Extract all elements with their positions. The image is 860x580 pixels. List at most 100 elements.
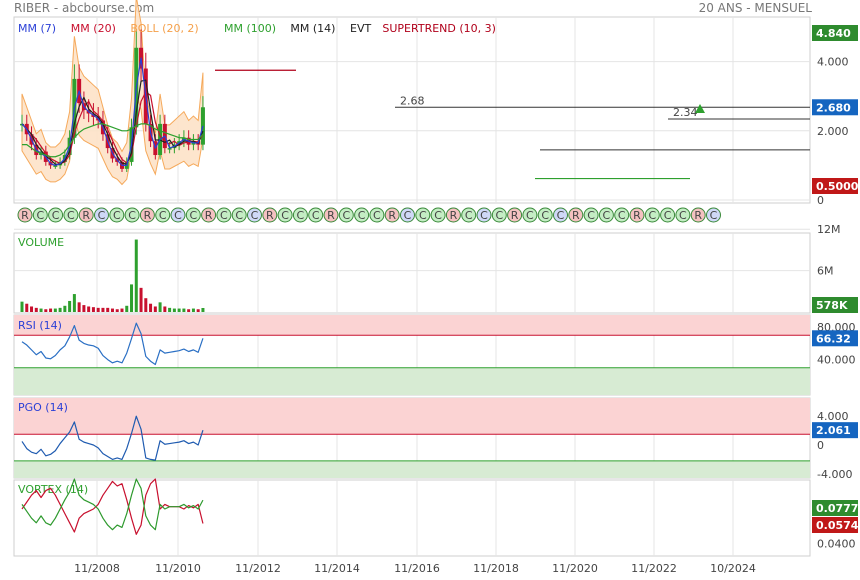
volume-bar — [191, 308, 195, 312]
x-axis-tick: 10/2024 — [710, 562, 756, 575]
x-axis-tick: 11/2008 — [74, 562, 120, 575]
evt-marker-label: C — [98, 209, 106, 222]
evt-marker-label: R — [144, 209, 152, 222]
volume-bar — [44, 309, 48, 312]
volume-bar — [91, 307, 95, 312]
evt-marker-label: C — [358, 209, 366, 222]
pgo-title: PGO (14) — [18, 401, 68, 414]
evt-marker-label: C — [618, 209, 626, 222]
legend-item-5: EVT — [350, 22, 371, 35]
legend-item-2: BOLL (20, 2) — [130, 22, 198, 35]
pgo-ytick: 0 — [817, 439, 824, 452]
volume-bar — [49, 308, 53, 312]
evt-marker-label: C — [52, 209, 60, 222]
price-ytick: 4.000 — [817, 56, 849, 69]
volume-bar — [25, 303, 29, 312]
volume-bar — [115, 309, 119, 312]
volume-title: VOLUME — [18, 236, 64, 249]
volume-bar — [82, 305, 86, 312]
evt-marker-label: C — [128, 209, 136, 222]
evt-marker-label: R — [205, 209, 213, 222]
evt-marker-label: C — [480, 209, 488, 222]
pgo-ytick: -4.000 — [817, 468, 852, 481]
volume-bar — [30, 306, 34, 312]
evt-marker-label: C — [587, 209, 595, 222]
evt-marker-label: R — [266, 209, 274, 222]
evt-marker-label: C — [710, 209, 718, 222]
volume-bar — [63, 305, 67, 312]
evt-marker-label: C — [373, 209, 381, 222]
evt-marker-label: R — [450, 209, 458, 222]
pgo-ytick: 4.000 — [817, 410, 849, 423]
volume-bar — [201, 307, 205, 312]
evt-marker-label: C — [281, 209, 289, 222]
evt-marker-label: R — [511, 209, 519, 222]
evt-marker-label: R — [633, 209, 641, 222]
evt-marker-label: R — [21, 209, 29, 222]
evt-marker-label: R — [694, 209, 702, 222]
volume-bar — [72, 294, 76, 312]
volume-bar — [58, 307, 62, 312]
evt-marker-label: C — [342, 209, 350, 222]
evt-marker-label: C — [174, 209, 182, 222]
volume-bar — [182, 308, 186, 312]
evt-marker-label: C — [297, 209, 305, 222]
volume-bar — [96, 307, 100, 312]
volume-bar — [177, 308, 181, 312]
evt-marker-label: C — [495, 209, 503, 222]
stock-chart: 4.000 2.000 0 2.68 2.34 MM (7) MM (20) BOLL (20… — [13, 0, 859, 575]
volume-bar — [125, 305, 129, 312]
volume-bar — [153, 306, 157, 312]
evt-marker-label: R — [327, 209, 335, 222]
volume-bar — [196, 309, 200, 312]
volume-bar — [120, 308, 124, 312]
badge-price-low: 0.5000 — [816, 180, 859, 193]
volume-bar — [163, 306, 167, 312]
evt-marker-label: C — [36, 209, 44, 222]
evt-marker-label: C — [434, 209, 442, 222]
volume-bar — [20, 301, 24, 312]
x-axis-tick: 11/2014 — [314, 562, 360, 575]
volume-bar — [106, 307, 110, 312]
evt-marker-label: C — [220, 209, 228, 222]
rsi-title: RSI (14) — [18, 319, 62, 332]
evt-marker-label: C — [404, 209, 412, 222]
volume-bar — [77, 302, 81, 312]
legend-item-4: MM (14) — [290, 22, 335, 35]
badge-price-last: 2.680 — [816, 101, 851, 114]
evt-marker-label: C — [557, 209, 565, 222]
x-axis-tick: 11/2022 — [631, 562, 677, 575]
price-ytick: 0 — [817, 194, 824, 207]
x-axis-tick: 11/2016 — [394, 562, 440, 575]
volume-bar — [101, 307, 105, 312]
volume-bar — [34, 307, 38, 312]
evt-marker-label: C — [526, 209, 534, 222]
evt-marker-label: C — [541, 209, 549, 222]
volume-bar — [149, 303, 153, 312]
volume-bar — [187, 309, 191, 312]
evt-marker-label: R — [82, 209, 90, 222]
evt-marker-label: C — [189, 209, 197, 222]
evt-marker-label: C — [251, 209, 259, 222]
volume-bar — [168, 307, 172, 312]
volume-bar — [134, 239, 138, 312]
volume-bar — [53, 308, 57, 312]
x-axis-tick: 11/2010 — [155, 562, 201, 575]
volume-bar — [110, 308, 114, 312]
volume-ytick: 6M — [817, 265, 834, 278]
pgo-low-zone — [14, 460, 810, 478]
price-ytick: 2.000 — [817, 125, 849, 138]
x-axis-tick: 11/2018 — [473, 562, 519, 575]
volume-bar — [68, 300, 72, 312]
evt-marker-label: C — [312, 209, 320, 222]
volume-bar — [144, 298, 148, 312]
evt-marker-label: C — [159, 209, 167, 222]
evt-marker-label: R — [572, 209, 580, 222]
panel-frame-volume — [13, 232, 811, 314]
badge-pgo: 2.061 — [816, 424, 851, 437]
badge-vortex-pos: 0.0777 — [816, 502, 858, 515]
evt-marker-label: C — [679, 209, 687, 222]
legend-item-0: MM (7) — [18, 22, 56, 35]
x-axis-tick: 11/2012 — [235, 562, 281, 575]
volume-bar — [158, 302, 162, 312]
